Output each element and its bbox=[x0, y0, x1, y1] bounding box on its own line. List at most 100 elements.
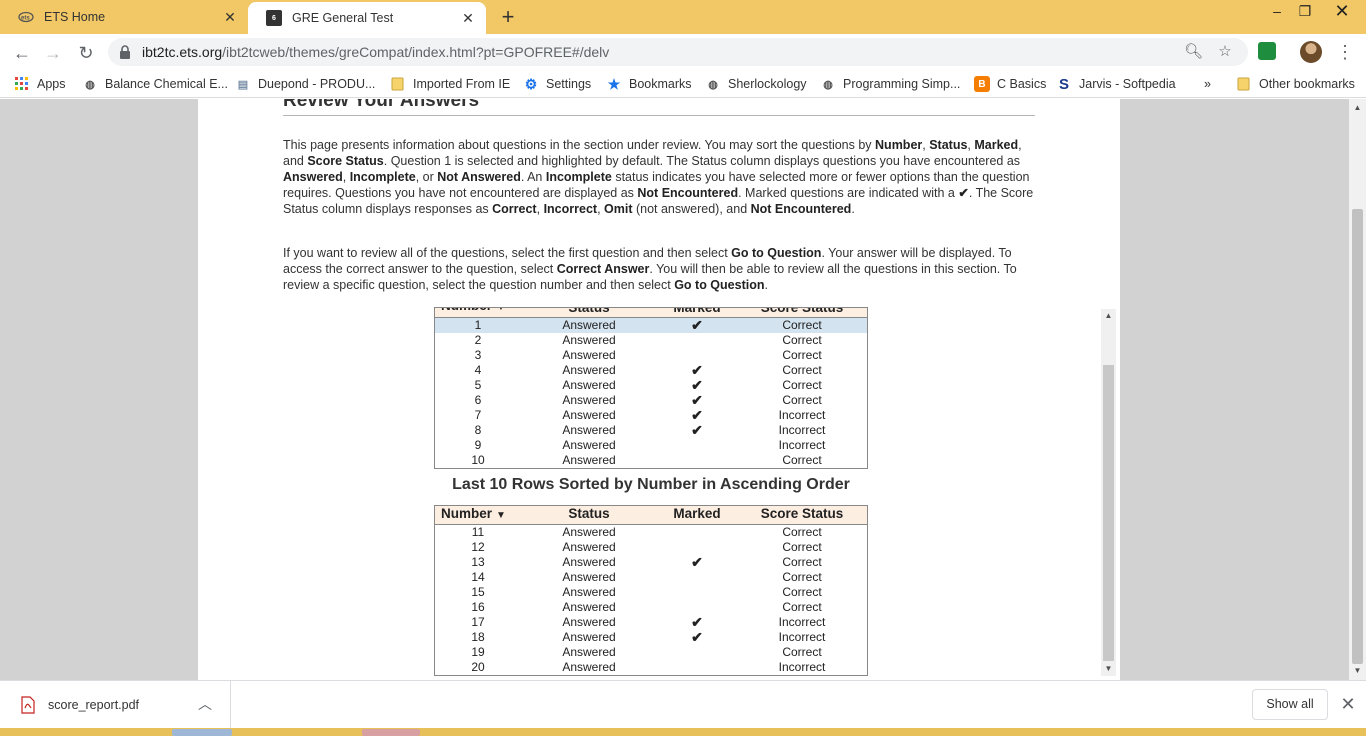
table-row[interactable]: 13 Answered ✔ Correct bbox=[435, 555, 867, 570]
body-text: This page presents information about que… bbox=[283, 138, 876, 152]
bookmark-star-icon[interactable]: ☆ bbox=[1216, 43, 1234, 61]
bookmark-c-basics[interactable]: B C Basics bbox=[974, 75, 1046, 93]
zoom-icon[interactable]: 🔍︎ bbox=[1184, 43, 1203, 61]
table-row[interactable]: 8 Answered ✔ Incorrect bbox=[435, 423, 867, 438]
scroll-down-icon[interactable]: ▼ bbox=[1101, 662, 1116, 676]
restore-icon[interactable]: ❐ bbox=[1290, 0, 1320, 22]
gear-icon: ⚙ bbox=[524, 75, 538, 92]
column-header-number[interactable]: Number▼ bbox=[435, 506, 521, 524]
marked-cell bbox=[657, 540, 737, 555]
score-status-cell: Correct bbox=[782, 525, 822, 539]
tab-close-icon[interactable]: ✕ bbox=[460, 10, 476, 26]
table-row[interactable]: 5 Answered ✔ Correct bbox=[435, 378, 867, 393]
table-row[interactable]: 12 Answered Correct bbox=[435, 540, 867, 555]
column-label: Number bbox=[441, 308, 492, 313]
window-close-icon[interactable]: ✕ bbox=[1320, 0, 1364, 22]
emphasis-text: Not Encountered bbox=[750, 202, 852, 216]
bookmark-other-bookmarks[interactable]: Other bookmarks bbox=[1236, 75, 1355, 93]
table-scrollbar[interactable]: ▲ ▼ bbox=[1101, 309, 1116, 676]
chevron-up-icon[interactable]: ︿ bbox=[198, 694, 212, 714]
bookmark-label: Sherlockology bbox=[728, 77, 807, 91]
tab-close-icon[interactable]: ✕ bbox=[222, 9, 238, 25]
page-scrollbar[interactable]: ▲ ▼ bbox=[1349, 99, 1366, 680]
bookmark-balance-chemical[interactable]: ◍ Balance Chemical E... bbox=[82, 75, 228, 93]
emphasis-text: ✔ bbox=[958, 186, 969, 200]
column-header-number[interactable]: Number▼ bbox=[435, 308, 521, 317]
table-row[interactable]: 3 Answered Correct bbox=[435, 348, 867, 363]
bookmark-jarvis-softpedia[interactable]: S Jarvis - Softpedia bbox=[1056, 75, 1176, 93]
close-icon[interactable]: ✕ bbox=[1338, 693, 1358, 715]
extension-icon[interactable] bbox=[1258, 42, 1276, 60]
tab-title: ETS Home bbox=[44, 10, 106, 24]
table-row[interactable]: 11 Answered Correct bbox=[435, 525, 867, 540]
tab-gre-general-test[interactable]: 6 GRE General Test ✕ bbox=[248, 2, 486, 34]
bookmark-duepond[interactable]: ▤ Duepond - PRODU... bbox=[235, 75, 376, 93]
table-row[interactable]: 18 Answered ✔ Incorrect bbox=[435, 630, 867, 645]
bookmark-programming-simplified[interactable]: ◍ Programming Simp... bbox=[820, 75, 960, 93]
bookmark-label: Jarvis - Softpedia bbox=[1079, 77, 1176, 91]
bookmark-label: Duepond - PRODU... bbox=[258, 77, 376, 91]
scrollbar-thumb[interactable] bbox=[1352, 209, 1363, 664]
bookmark-label: Bookmarks bbox=[629, 77, 692, 91]
bookmark-sherlockology[interactable]: ◍ Sherlockology bbox=[705, 75, 807, 93]
tab-strip: ets ETS Home ✕ 6 GRE General Test ✕ + – … bbox=[0, 0, 1366, 34]
bookmark-folder-imported[interactable]: Imported From IE bbox=[390, 75, 510, 93]
taskbar-app-icon[interactable] bbox=[362, 729, 420, 736]
show-all-button[interactable]: Show all bbox=[1252, 689, 1328, 720]
address-bar[interactable]: ibt2tc.ets.org/ibt2tcweb/themes/greCompa… bbox=[108, 38, 1248, 66]
table-row[interactable]: 4 Answered ✔ Correct bbox=[435, 363, 867, 378]
bookmarks-overflow-chevron[interactable]: » bbox=[1204, 75, 1211, 93]
table-row[interactable]: 19 Answered Correct bbox=[435, 645, 867, 660]
profile-avatar[interactable] bbox=[1300, 41, 1322, 63]
column-header-marked[interactable]: Marked bbox=[657, 308, 737, 317]
column-header-score-status[interactable]: Score Status bbox=[737, 308, 867, 317]
scroll-down-icon[interactable]: ▼ bbox=[1349, 664, 1366, 678]
minimize-icon[interactable]: – bbox=[1262, 0, 1292, 22]
table-row[interactable]: 2 Answered Correct bbox=[435, 333, 867, 348]
download-item[interactable]: score_report.pdf ︿ bbox=[0, 681, 231, 728]
column-header-score-status[interactable]: Score Status bbox=[737, 506, 867, 524]
table-row[interactable]: 14 Answered Correct bbox=[435, 570, 867, 585]
apps-grid-icon bbox=[14, 76, 30, 92]
softpedia-icon: S bbox=[1058, 75, 1069, 93]
tab-ets-home[interactable]: ets ETS Home ✕ bbox=[0, 0, 248, 34]
table-body: 1 Answered ✔ Correct 2 Answered Correct 3 Answer… bbox=[435, 318, 867, 468]
scroll-up-icon[interactable]: ▲ bbox=[1349, 101, 1366, 115]
status-cell: Answered bbox=[562, 630, 616, 644]
table-row[interactable]: 20 Answered Incorrect bbox=[435, 660, 867, 675]
forward-icon[interactable]: → bbox=[40, 40, 66, 66]
marked-cell: ✔ bbox=[691, 422, 703, 438]
marked-cell: ✔ bbox=[691, 614, 703, 630]
status-cell: Answered bbox=[562, 393, 616, 407]
score-status-cell: Correct bbox=[782, 348, 822, 362]
column-header-status[interactable]: Status bbox=[521, 506, 657, 524]
browser-menu-icon[interactable]: ⋮ bbox=[1336, 40, 1354, 64]
status-cell: Answered bbox=[562, 570, 616, 584]
column-header-status[interactable]: Status bbox=[521, 308, 657, 317]
question-number: 1 bbox=[474, 318, 482, 332]
reload-icon[interactable]: ↻ bbox=[73, 40, 99, 66]
table-row[interactable]: 16 Answered Correct bbox=[435, 600, 867, 615]
table-row[interactable]: 1 Answered ✔ Correct bbox=[435, 318, 867, 333]
scrollbar-thumb[interactable] bbox=[1103, 365, 1114, 661]
new-tab-icon[interactable]: + bbox=[496, 6, 520, 30]
back-icon[interactable]: ← bbox=[9, 40, 35, 66]
marked-cell bbox=[657, 585, 737, 600]
body-text: , bbox=[597, 202, 605, 216]
marked-cell bbox=[657, 348, 737, 363]
emphasis-text: Go to Question bbox=[674, 278, 765, 292]
bookmark-bookmarks[interactable]: ★ Bookmarks bbox=[606, 75, 692, 93]
table-row[interactable]: 9 Answered Incorrect bbox=[435, 438, 867, 453]
table-row[interactable]: 15 Answered Correct bbox=[435, 585, 867, 600]
emphasis-text: Go to Question bbox=[731, 246, 822, 260]
column-header-marked[interactable]: Marked bbox=[657, 506, 737, 524]
taskbar-app-icon[interactable] bbox=[172, 729, 232, 736]
table-row[interactable]: 10 Answered Correct bbox=[435, 453, 867, 468]
bookmark-apps[interactable]: Apps bbox=[14, 75, 66, 93]
table-row[interactable]: 7 Answered ✔ Incorrect bbox=[435, 408, 867, 423]
table-row[interactable]: 17 Answered ✔ Incorrect bbox=[435, 615, 867, 630]
question-number: 5 bbox=[474, 378, 482, 392]
bookmark-settings[interactable]: ⚙ Settings bbox=[523, 75, 591, 93]
table-row[interactable]: 6 Answered ✔ Correct bbox=[435, 393, 867, 408]
scroll-up-icon[interactable]: ▲ bbox=[1101, 309, 1116, 323]
